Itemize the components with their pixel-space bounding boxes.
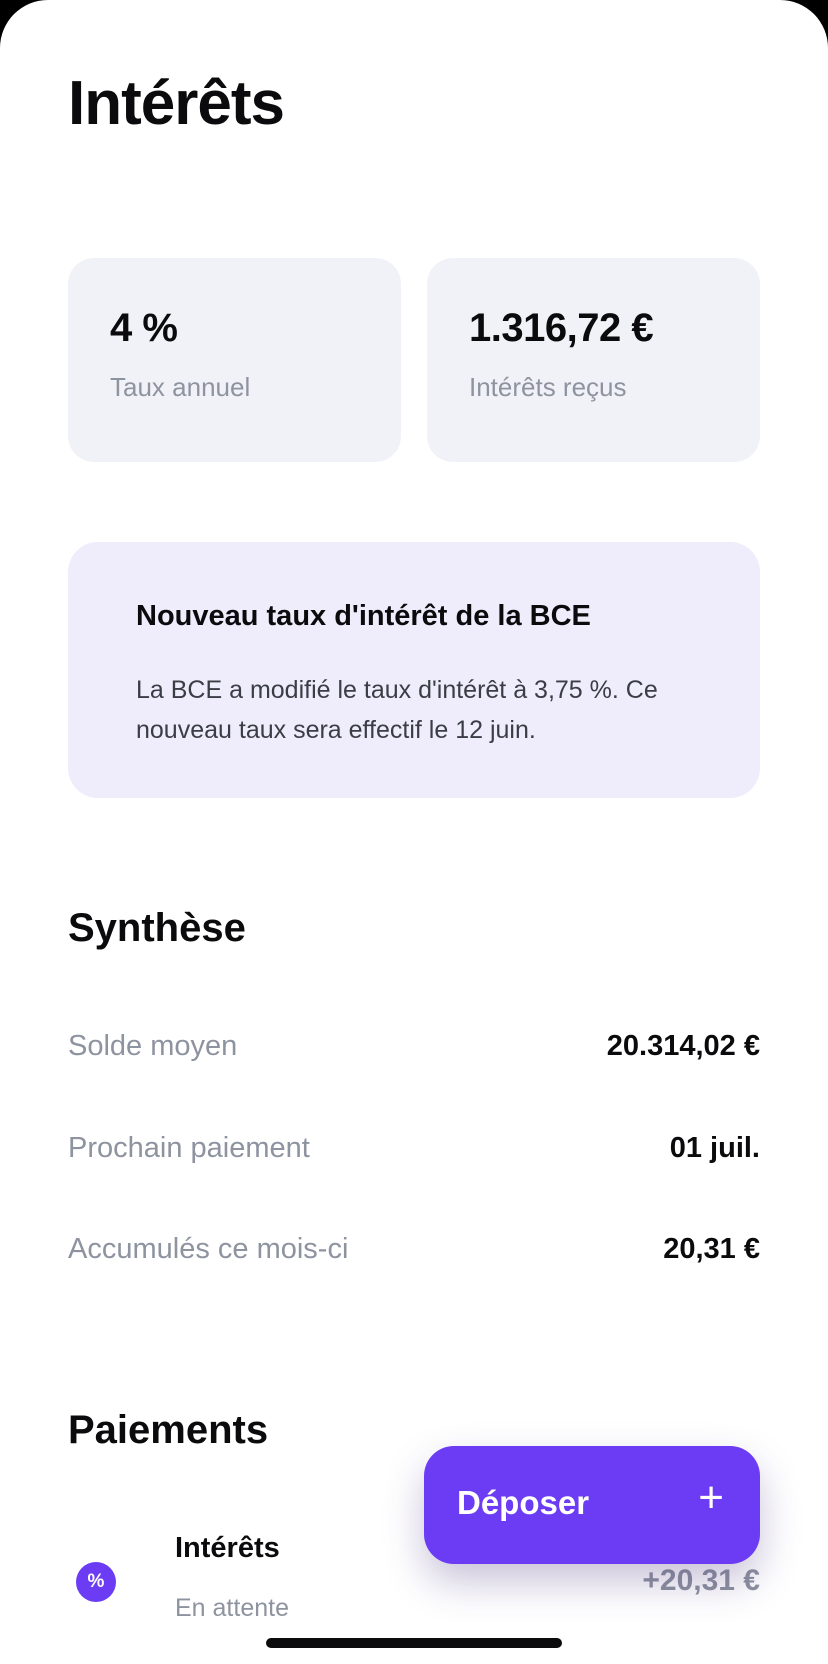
ecb-rate-notice: Nouveau taux d'intérêt de la BCE La BCE … [68, 542, 760, 798]
interest-received-card: 1.316,72 € Intérêts reçus [427, 258, 760, 462]
payments-section-title: Paiements [68, 1408, 269, 1452]
summary-row-value: 20,31 € [663, 1232, 760, 1265]
summary-row-accrued-this-month: Accumulés ce mois-ci 20,31 € [68, 1229, 760, 1269]
notice-title: Nouveau taux d'intérêt de la BCE [136, 600, 591, 632]
deposit-button-label: Déposer [457, 1484, 590, 1521]
summary-row-value: 20.314,02 € [606, 1029, 760, 1062]
percent-icon: % [76, 1562, 116, 1602]
summary-row-label: Accumulés ce mois-ci [68, 1232, 349, 1265]
page-title: Intérêts [68, 69, 285, 138]
deposit-button[interactable]: Déposer + [424, 1446, 760, 1564]
summary-row-next-payment: Prochain paiement 01 juil. [68, 1128, 760, 1168]
home-indicator[interactable] [266, 1638, 562, 1648]
interest-received-value: 1.316,72 € [469, 306, 654, 350]
summary-section-title: Synthèse [68, 906, 246, 950]
payment-status: En attente [175, 1594, 289, 1622]
notice-body: La BCE a modifié le taux d'intérêt à 3,7… [136, 676, 658, 744]
annual-rate-card: 4 % Taux annuel [68, 258, 401, 462]
payment-title: Intérêts [175, 1532, 280, 1564]
summary-row-average-balance: Solde moyen 20.314,02 € [68, 1026, 760, 1066]
annual-rate-label: Taux annuel [110, 372, 251, 402]
summary-row-label: Prochain paiement [68, 1131, 310, 1164]
interests-screen: Intérêts 4 % Taux annuel 1.316,72 € Inté… [0, 0, 828, 1664]
payment-amount: +20,31 € [642, 1564, 760, 1597]
summary-row-value: 01 juil. [669, 1131, 760, 1164]
summary-row-label: Solde moyen [68, 1029, 238, 1062]
annual-rate-value: 4 % [110, 306, 178, 350]
interest-received-label: Intérêts reçus [469, 372, 627, 402]
plus-icon: + [698, 1473, 724, 1522]
